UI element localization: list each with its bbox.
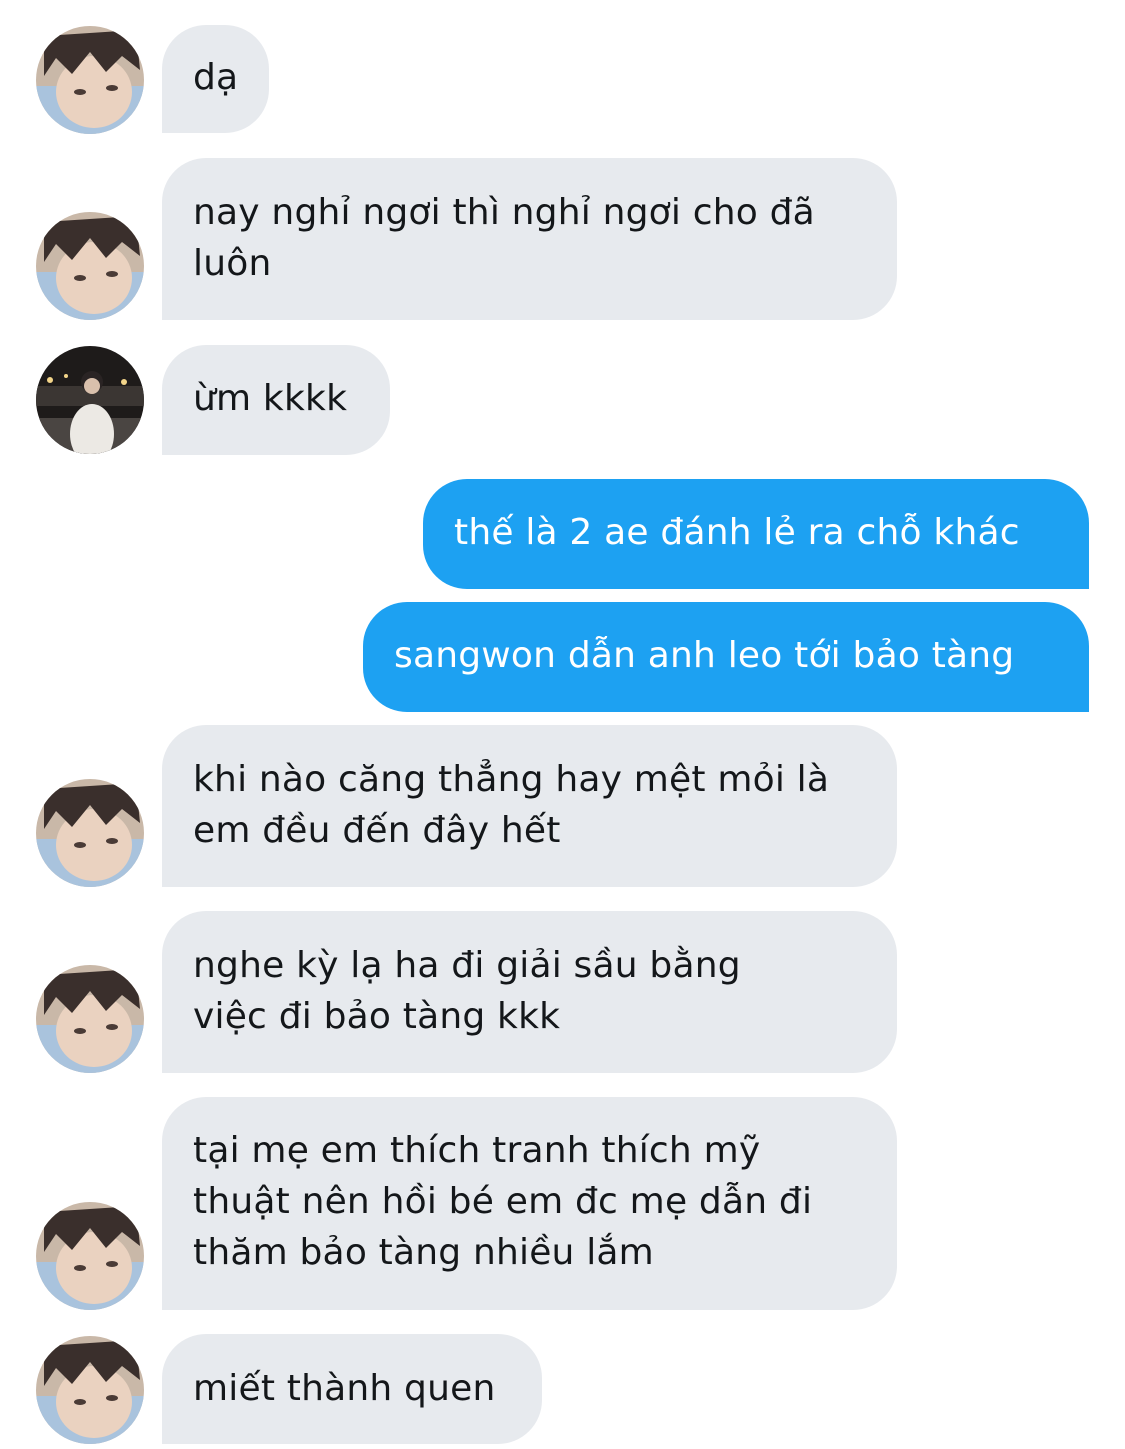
message-text-line: ừm kkkk (193, 378, 348, 419)
avatar[interactable] (36, 346, 144, 454)
incoming-message-bubble[interactable]: tại mẹ em thích tranh thích mỹ thuật nên… (162, 1097, 897, 1310)
message-text-line: việc đi bảo tàng kkk (193, 996, 561, 1037)
avatar[interactable] (36, 212, 144, 320)
avatar[interactable] (36, 1202, 144, 1310)
incoming-message-bubble[interactable]: nghe kỳ lạ ha đi giải sầu bằng việc đi b… (162, 911, 897, 1073)
avatar-portrait-icon (36, 965, 144, 1073)
message-text-line: tại mẹ em thích tranh thích mỹ (193, 1130, 761, 1171)
avatar-portrait-icon (36, 26, 144, 134)
incoming-message-bubble[interactable]: ừm kkkk (162, 345, 390, 455)
avatar-portrait-icon (36, 779, 144, 887)
avatar[interactable] (36, 26, 144, 134)
message-text-line: nghe kỳ lạ ha đi giải sầu bằng (193, 945, 741, 986)
message-text-line: luôn (193, 243, 272, 284)
avatar-portrait-icon (36, 1202, 144, 1310)
avatar[interactable] (36, 965, 144, 1073)
avatar-portrait-icon (36, 212, 144, 320)
dm-conversation: dạ nay nghỉ ngơi thì nghỉ ngơi cho đã lu… (0, 0, 1125, 1449)
avatar-portrait-icon (36, 1336, 144, 1444)
incoming-message-bubble[interactable]: khi nào căng thẳng hay mệt mỏi là em đều… (162, 725, 897, 887)
message-text-line: thuật nên hồi bé em đc mẹ dẫn đi (193, 1181, 813, 1222)
avatar-night-street-icon (36, 346, 144, 454)
message-text-line: miết thành quen (193, 1368, 496, 1409)
message-text-line: em đều đến đây hết (193, 810, 561, 851)
incoming-message-bubble[interactable]: miết thành quen (162, 1334, 542, 1444)
avatar[interactable] (36, 1336, 144, 1444)
message-text-line: sangwon dẫn anh leo tới bảo tàng (394, 635, 1015, 676)
incoming-message-bubble[interactable]: nay nghỉ ngơi thì nghỉ ngơi cho đã luôn (162, 158, 897, 320)
incoming-message-bubble[interactable]: dạ (162, 25, 270, 133)
avatar[interactable] (36, 779, 144, 887)
message-text-line: nay nghỉ ngơi thì nghỉ ngơi cho đã (193, 192, 815, 233)
outgoing-message-bubble[interactable]: thế là 2 ae đánh lẻ ra chỗ khác (423, 479, 1089, 589)
outgoing-message-bubble[interactable]: sangwon dẫn anh leo tới bảo tàng (363, 602, 1089, 712)
message-text-line: dạ (193, 57, 239, 98)
message-text-line: khi nào căng thẳng hay mệt mỏi là (193, 759, 830, 800)
message-text-line: thế là 2 ae đánh lẻ ra chỗ khác (454, 512, 1020, 553)
message-text-line: thăm bảo tàng nhiều lắm (193, 1232, 654, 1273)
